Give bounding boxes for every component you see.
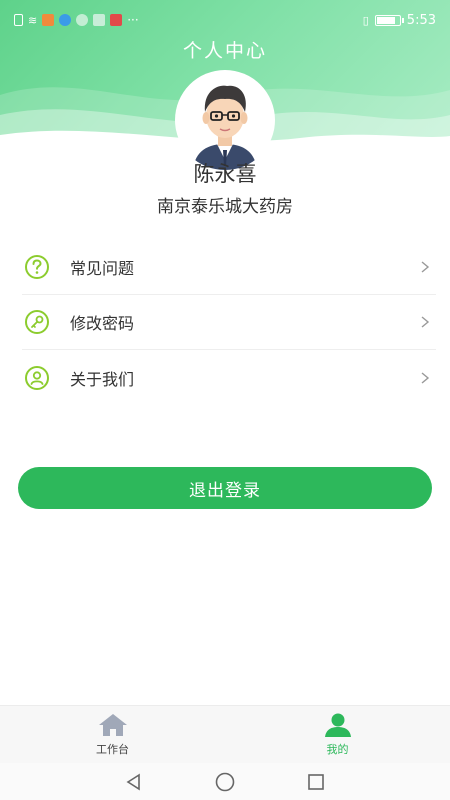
app-notification-icon: [59, 14, 72, 26]
clock: 5:53: [406, 12, 436, 28]
back-icon[interactable]: [124, 772, 144, 792]
chevron-right-icon: [421, 316, 430, 328]
app-notification-icon: [110, 14, 123, 26]
vibrate-icon: ▯: [362, 13, 369, 27]
organization-name: 南京泰乐城大药房: [157, 197, 293, 217]
chevron-right-icon: [421, 261, 430, 273]
bottom-tab-bar: 工作台 我的: [0, 705, 450, 763]
recent-apps-icon[interactable]: [306, 772, 326, 792]
system-navigation-bar: [0, 763, 450, 800]
battery-level: [376, 16, 395, 24]
question-icon: [25, 255, 49, 279]
user-name: 陈永喜: [193, 162, 257, 186]
app-notification-icon: [42, 14, 55, 26]
chevron-right-icon: [421, 371, 430, 384]
status-icons: ≋ ···: [14, 13, 139, 27]
avatar: [175, 70, 275, 170]
menu-item-label: 常见问题: [70, 259, 135, 278]
tab-mine[interactable]: 我的: [225, 706, 450, 763]
menu-item-faq[interactable]: 常见问题: [22, 240, 436, 295]
status-bar: ≋ ··· ▯ 5:53: [0, 0, 450, 40]
page-title: 个人中心: [182, 40, 267, 62]
menu-item-change-password[interactable]: 修改密码: [22, 295, 436, 350]
logout-button[interactable]: 退出登录: [18, 467, 432, 509]
menu-item-label: 关于我们: [70, 369, 135, 389]
person-icon: [25, 365, 49, 390]
tab-label: 我的: [326, 743, 349, 756]
settings-menu: 常见问题 修改密码 关于我们: [22, 240, 436, 405]
tab-workbench[interactable]: 工作台: [0, 706, 225, 763]
tab-label: 工作台: [96, 743, 129, 756]
sim-icon: [14, 14, 23, 26]
more-notifications-icon: ···: [127, 13, 139, 27]
menu-item-about-us[interactable]: 关于我们: [22, 350, 436, 405]
menu-item-label: 修改密码: [70, 314, 135, 333]
key-icon: [25, 310, 49, 334]
user-icon: [324, 713, 351, 737]
wifi-icon: ≋: [28, 13, 38, 27]
home-nav-icon[interactable]: [214, 771, 236, 793]
home-icon: [98, 714, 127, 736]
info-icon: [93, 14, 106, 26]
cloud-icon: [76, 14, 89, 26]
battery-icon: [374, 14, 404, 26]
